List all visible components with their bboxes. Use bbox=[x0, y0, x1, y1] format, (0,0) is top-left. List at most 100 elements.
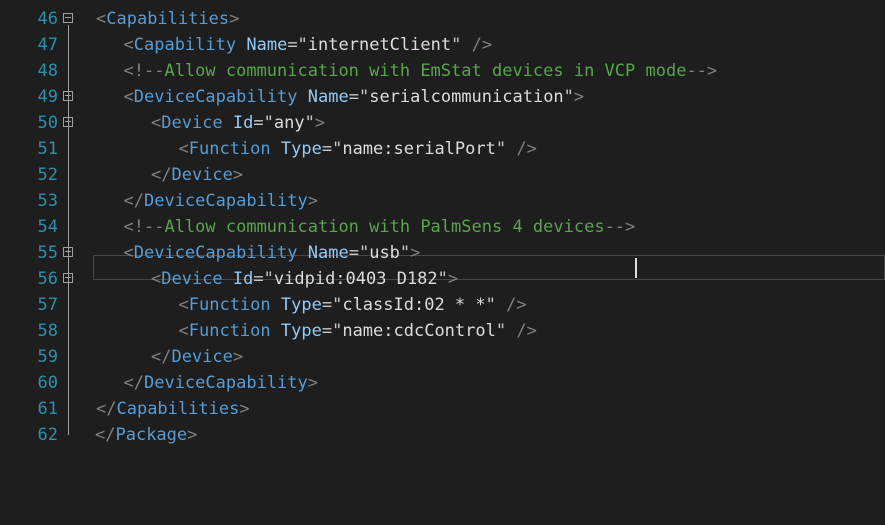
attribute-value: name:serialPort bbox=[342, 139, 496, 159]
collapse-icon[interactable] bbox=[63, 273, 73, 283]
element-name: Capability bbox=[133, 35, 237, 55]
code-text: <Capability Name="internetClient" /> bbox=[124, 32, 493, 58]
tag-bracket: </ bbox=[151, 347, 172, 367]
code-editor[interactable]: 46 <Capabilities> 47 <Capability Name="inte… bbox=[0, 0, 885, 525]
comment-text: Allow communication with PalmSens 4 devi… bbox=[164, 217, 605, 237]
tag-bracket: > bbox=[307, 373, 318, 393]
line-number: 46 bbox=[37, 9, 58, 29]
tag-bracket: </ bbox=[151, 165, 172, 185]
tag-bracket: > bbox=[314, 113, 326, 133]
line-number: 55 bbox=[37, 243, 58, 263]
attribute-value bbox=[298, 87, 308, 107]
tag-bracket: <!-- bbox=[123, 61, 165, 81]
code-line[interactable]: 51 <Function Type="name:serialPort" /> bbox=[0, 136, 885, 162]
code-text: <!--Allow communication with PalmSens 4 … bbox=[124, 214, 636, 240]
tag-bracket: /> bbox=[461, 35, 493, 55]
attribute-quote: " bbox=[437, 269, 448, 289]
code-line[interactable]: 46 <Capabilities> bbox=[0, 6, 885, 32]
tag-bracket: --> bbox=[604, 217, 636, 237]
attribute-value bbox=[223, 113, 233, 133]
line-number: 52 bbox=[37, 165, 58, 185]
element-name: Device bbox=[171, 347, 233, 367]
attribute-quote: =" bbox=[321, 139, 343, 159]
collapse-icon[interactable] bbox=[63, 117, 73, 127]
attribute-name: Type bbox=[280, 139, 322, 159]
element-name: Package bbox=[115, 425, 188, 445]
attribute-quote: " bbox=[563, 87, 574, 107]
tag-bracket: </ bbox=[123, 191, 144, 211]
attribute-name: Name bbox=[307, 243, 349, 263]
code-line[interactable]: 62 </Package> bbox=[0, 422, 885, 448]
line-number: 53 bbox=[37, 191, 58, 211]
attribute-quote: =" bbox=[321, 295, 343, 315]
attribute-quote: =" bbox=[287, 35, 308, 55]
line-number: 56 bbox=[37, 269, 58, 289]
attribute-quote: " bbox=[485, 295, 496, 315]
code-line[interactable]: 59 </Device> bbox=[0, 344, 885, 370]
element-name: Device bbox=[161, 113, 223, 133]
code-line[interactable]: 49 <DeviceCapability Name="serialcommunic… bbox=[0, 84, 885, 110]
tag-bracket: < bbox=[178, 321, 189, 341]
code-text: <Function Type="name:cdcControl" /> bbox=[179, 318, 537, 344]
line-number: 59 bbox=[37, 347, 58, 367]
code-line[interactable]: 53 </DeviceCapability> bbox=[0, 188, 885, 214]
attribute-value: serialcommunication bbox=[369, 87, 564, 107]
attribute-quote: " bbox=[495, 139, 507, 159]
tag-bracket: > bbox=[229, 9, 240, 29]
element-name: Device bbox=[171, 165, 233, 185]
tag-bracket: /> bbox=[495, 295, 527, 315]
element-name: DeviceCapability bbox=[133, 87, 298, 107]
code-line[interactable]: 55 <DeviceCapability Name="usb"> bbox=[0, 240, 885, 266]
line-number: 61 bbox=[37, 399, 58, 419]
code-text: </DeviceCapability> bbox=[124, 188, 319, 214]
code-line[interactable]: 54 <!--Allow communication with PalmSens … bbox=[0, 214, 885, 240]
attribute-value bbox=[271, 321, 281, 341]
line-number: 49 bbox=[37, 87, 58, 107]
tag-bracket: <!-- bbox=[123, 217, 165, 237]
element-name: DeviceCapability bbox=[143, 191, 308, 211]
tag-bracket: > bbox=[232, 347, 244, 367]
code-line[interactable]: 56 <Device Id="vidpid:0403 D182"> bbox=[0, 266, 885, 292]
collapse-icon[interactable] bbox=[63, 247, 73, 257]
line-number: 47 bbox=[37, 35, 58, 55]
attribute-value: name:cdcControl bbox=[342, 321, 496, 341]
attribute-quote: =" bbox=[348, 243, 370, 263]
line-number: 51 bbox=[37, 139, 58, 159]
line-number: 50 bbox=[37, 113, 58, 133]
code-line[interactable]: 50 <Device Id="any"> bbox=[0, 110, 885, 136]
comment-text: Allow communication with EmStat devices … bbox=[164, 61, 687, 81]
tag-bracket: /> bbox=[506, 321, 537, 341]
attribute-value: usb bbox=[369, 243, 400, 263]
attribute-quote: " bbox=[495, 321, 507, 341]
line-number: 62 bbox=[37, 425, 58, 445]
attribute-value bbox=[271, 295, 281, 315]
code-text: </Device> bbox=[151, 344, 243, 370]
code-text: <Device Id="vidpid:0403 D182"> bbox=[151, 266, 458, 292]
tag-bracket: --> bbox=[686, 61, 718, 81]
code-line[interactable]: 48 <!--Allow communication with EmStat de… bbox=[0, 58, 885, 84]
code-text: <DeviceCapability Name="usb"> bbox=[124, 240, 421, 266]
code-line[interactable]: 47 <Capability Name="internetClient" /> bbox=[0, 32, 885, 58]
code-text: </Device> bbox=[151, 162, 243, 188]
line-number: 57 bbox=[37, 295, 58, 315]
collapse-icon[interactable] bbox=[63, 13, 73, 23]
code-line[interactable]: 52 </Device> bbox=[0, 162, 885, 188]
attribute-quote: =" bbox=[348, 87, 370, 107]
code-line[interactable]: 57 <Function Type="classId:02 * *" /> bbox=[0, 292, 885, 318]
tag-bracket: > bbox=[410, 243, 421, 263]
tag-bracket: > bbox=[573, 87, 585, 107]
code-text: <Capabilities> bbox=[96, 6, 239, 32]
collapse-icon[interactable] bbox=[63, 91, 73, 101]
code-text: <!--Allow communication with EmStat devi… bbox=[124, 58, 718, 84]
attribute-quote: =" bbox=[253, 269, 274, 289]
attribute-quote: " bbox=[399, 243, 411, 263]
code-line[interactable]: 61 </Capabilities> bbox=[0, 396, 885, 422]
line-number: 60 bbox=[37, 373, 58, 393]
code-text: <Function Type="classId:02 * *" /> bbox=[179, 292, 527, 318]
attribute-quote: " bbox=[304, 113, 315, 133]
element-name: DeviceCapability bbox=[133, 243, 298, 263]
code-text: </Capabilities> bbox=[96, 396, 250, 422]
code-text: </Package> bbox=[95, 422, 197, 448]
code-line[interactable]: 60 </DeviceCapability> bbox=[0, 370, 885, 396]
code-line[interactable]: 58 <Function Type="name:cdcControl" /> bbox=[0, 318, 885, 344]
